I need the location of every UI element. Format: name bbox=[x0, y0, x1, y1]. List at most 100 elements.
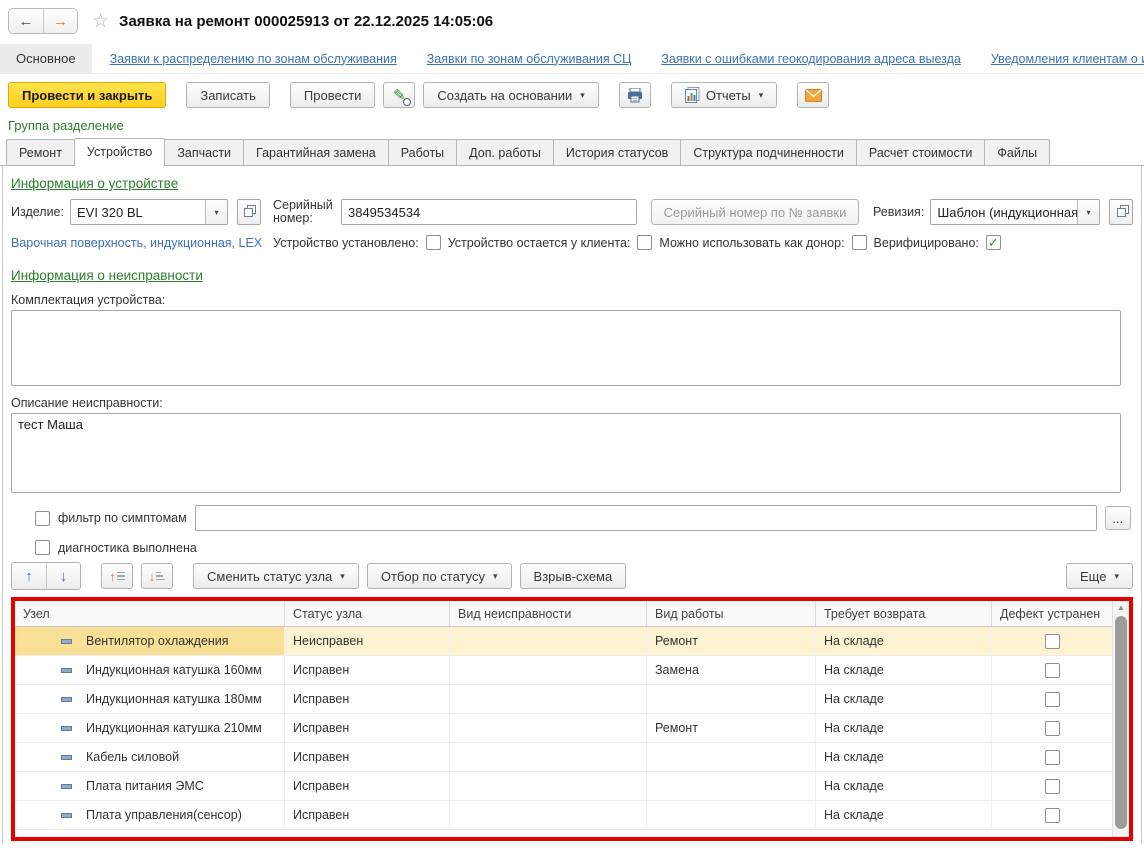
status-cell[interactable]: Исправен bbox=[285, 743, 450, 771]
diagnostics-checkbox[interactable] bbox=[35, 540, 50, 555]
fault-kind-cell[interactable] bbox=[450, 656, 647, 684]
defect-fixed-checkbox[interactable] bbox=[1045, 779, 1060, 794]
return-cell[interactable]: На складе bbox=[816, 656, 992, 684]
reports-button[interactable]: Отчеты ▾ bbox=[671, 82, 777, 108]
return-cell[interactable]: На складе bbox=[816, 627, 992, 655]
status-cell[interactable]: Неисправен bbox=[285, 627, 450, 655]
scroll-up-icon[interactable]: ▲ bbox=[1113, 603, 1129, 612]
nav-link[interactable]: Заявки по зонам обслуживания СЦ bbox=[427, 52, 632, 66]
tab-доп-работы[interactable]: Доп. работы bbox=[456, 139, 554, 165]
work-kind-cell[interactable]: Ремонт bbox=[647, 627, 816, 655]
fault-info-section-link[interactable]: Информация о неисправности bbox=[11, 268, 203, 283]
status-cell[interactable]: Исправен bbox=[285, 801, 450, 829]
node-cell[interactable]: Индукционная катушка 160мм bbox=[15, 656, 285, 684]
fault-description-textarea[interactable]: тест Маша bbox=[11, 413, 1121, 493]
tab-файлы[interactable]: Файлы bbox=[984, 139, 1050, 165]
post-button[interactable]: Провести bbox=[290, 82, 376, 108]
serial-by-request-button[interactable]: Серийный номер по № заявки bbox=[651, 199, 859, 225]
return-cell[interactable]: На складе bbox=[816, 685, 992, 713]
tab-работы[interactable]: Работы bbox=[388, 139, 457, 165]
symptom-filter-checkbox[interactable] bbox=[35, 511, 50, 526]
defect-fixed-checkbox[interactable] bbox=[1045, 808, 1060, 823]
tab-структура-подчиненности[interactable]: Структура подчиненности bbox=[680, 139, 857, 165]
save-button[interactable]: Записать bbox=[186, 82, 270, 108]
device-flag-checkbox[interactable] bbox=[852, 235, 867, 250]
print-button[interactable] bbox=[619, 82, 651, 108]
column-header[interactable]: Дефект устранен bbox=[992, 601, 1112, 626]
device-flag-checkbox[interactable] bbox=[637, 235, 652, 250]
device-type-link[interactable]: Варочная поверхность, индукционная, LEX bbox=[11, 236, 262, 250]
scrollbar-thumb[interactable] bbox=[1115, 616, 1127, 829]
return-cell[interactable]: На складе bbox=[816, 772, 992, 800]
column-header[interactable]: Вид неисправности bbox=[450, 601, 647, 626]
return-cell[interactable]: На складе bbox=[816, 743, 992, 771]
explosion-scheme-button[interactable]: Взрыв-схема bbox=[520, 563, 627, 589]
product-open-button[interactable] bbox=[237, 199, 261, 225]
work-kind-cell[interactable]: Замена bbox=[647, 656, 816, 684]
tab-ремонт[interactable]: Ремонт bbox=[6, 139, 75, 165]
table-row[interactable]: Плата питания ЭМСИсправен На складе bbox=[15, 772, 1112, 801]
fault-kind-cell[interactable] bbox=[450, 685, 647, 713]
status-cell[interactable]: Исправен bbox=[285, 714, 450, 742]
revision-combo[interactable]: Шаблон (индукционная ▾ bbox=[930, 199, 1100, 225]
tab-запчасти[interactable]: Запчасти bbox=[164, 139, 244, 165]
move-up-button[interactable]: ↑ bbox=[12, 563, 46, 589]
defect-fixed-checkbox[interactable] bbox=[1045, 692, 1060, 707]
status-cell[interactable]: Исправен bbox=[285, 656, 450, 684]
filter-by-status-button[interactable]: Отбор по статусу ▾ bbox=[367, 563, 512, 589]
defect-fixed-checkbox[interactable] bbox=[1045, 663, 1060, 678]
device-info-section-link[interactable]: Информация о устройстве bbox=[11, 176, 178, 191]
node-cell[interactable]: Плата питания ЭМС bbox=[15, 772, 285, 800]
fault-kind-cell[interactable] bbox=[450, 801, 647, 829]
node-cell[interactable]: Плата управления(сенсор) bbox=[15, 801, 285, 829]
tab-устройство[interactable]: Устройство bbox=[74, 138, 165, 166]
symptom-filter-more-button[interactable]: ... bbox=[1105, 506, 1131, 530]
table-row[interactable]: Индукционная катушка 160ммИсправен Замена… bbox=[15, 656, 1112, 685]
status-cell[interactable]: Исправен bbox=[285, 772, 450, 800]
post-and-close-button[interactable]: Провести и закрыть bbox=[8, 82, 166, 108]
return-cell[interactable]: На складе bbox=[816, 801, 992, 829]
sort-asc-button[interactable]: ↑ bbox=[101, 563, 133, 589]
fault-kind-cell[interactable] bbox=[450, 714, 647, 742]
serial-number-input[interactable] bbox=[341, 199, 637, 225]
node-cell[interactable]: Кабель силовой bbox=[15, 743, 285, 771]
column-header[interactable]: Узел bbox=[15, 601, 285, 626]
column-header[interactable]: Статус узла bbox=[285, 601, 450, 626]
defect-fixed-checkbox[interactable] bbox=[1045, 634, 1060, 649]
nav-link[interactable]: Заявки к распределению по зонам обслужив… bbox=[110, 52, 397, 66]
equipment-textarea[interactable] bbox=[11, 310, 1121, 386]
table-row[interactable]: Кабель силовойИсправен На складе bbox=[15, 743, 1112, 772]
work-kind-cell[interactable] bbox=[647, 801, 816, 829]
defect-fixed-checkbox[interactable] bbox=[1045, 721, 1060, 736]
fault-kind-cell[interactable] bbox=[450, 772, 647, 800]
work-kind-cell[interactable] bbox=[647, 772, 816, 800]
create-based-on-button[interactable]: Создать на основании ▾ bbox=[423, 82, 598, 108]
send-mail-button[interactable] bbox=[797, 82, 829, 108]
symptom-filter-input[interactable] bbox=[195, 505, 1097, 531]
work-kind-cell[interactable] bbox=[647, 685, 816, 713]
more-button[interactable]: Еще ▾ bbox=[1066, 563, 1133, 589]
change-node-status-button[interactable]: Сменить статус узла ▾ bbox=[193, 563, 359, 589]
tab-история-статусов[interactable]: История статусов bbox=[553, 139, 681, 165]
vertical-scrollbar[interactable]: ▲ bbox=[1112, 601, 1129, 837]
favorite-star-icon[interactable]: ☆ bbox=[92, 10, 109, 33]
node-cell[interactable]: Индукционная катушка 210мм bbox=[15, 714, 285, 742]
forward-button[interactable]: → bbox=[43, 9, 77, 33]
device-flag-checkbox[interactable]: ✓ bbox=[986, 235, 1001, 250]
tab-расчет-стоимости[interactable]: Расчет стоимости bbox=[856, 139, 986, 165]
node-cell[interactable]: Вентилятор охлаждения bbox=[15, 627, 285, 655]
nav-link[interactable]: Заявки с ошибками геокодирования адреса … bbox=[661, 52, 961, 66]
table-row[interactable]: Индукционная катушка 210ммИсправен Ремонт… bbox=[15, 714, 1112, 743]
column-header[interactable]: Вид работы bbox=[647, 601, 816, 626]
change-history-button[interactable]: ✎ bbox=[383, 82, 415, 108]
product-combo[interactable]: EVI 320 BL ▾ bbox=[70, 199, 228, 225]
defect-fixed-checkbox[interactable] bbox=[1045, 750, 1060, 765]
nav-tab-main[interactable]: Основное bbox=[0, 44, 92, 73]
work-kind-cell[interactable]: Ремонт bbox=[647, 714, 816, 742]
fault-kind-cell[interactable] bbox=[450, 627, 647, 655]
move-down-button[interactable]: ↓ bbox=[46, 563, 80, 589]
return-cell[interactable]: На складе bbox=[816, 714, 992, 742]
fault-kind-cell[interactable] bbox=[450, 743, 647, 771]
tab-гарантийная-замена[interactable]: Гарантийная замена bbox=[243, 139, 389, 165]
table-row[interactable]: Индукционная катушка 180ммИсправенНа скл… bbox=[15, 685, 1112, 714]
